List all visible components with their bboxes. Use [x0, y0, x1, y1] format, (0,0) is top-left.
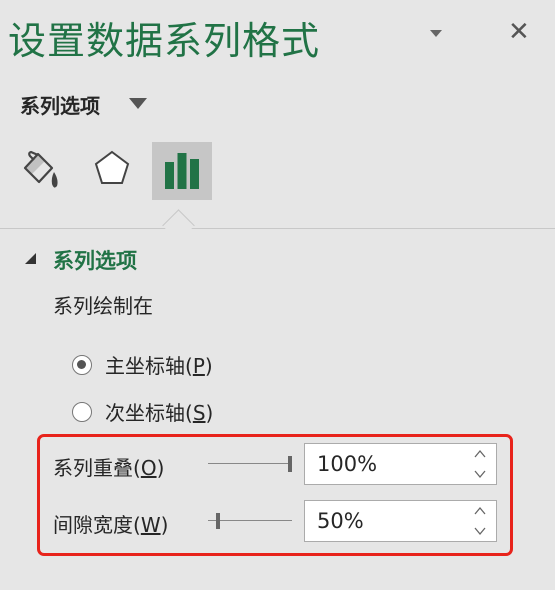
secondary-axis-label: 次坐标轴(S): [105, 401, 214, 425]
collapse-triangle-icon[interactable]: [25, 253, 36, 264]
fill-bucket-icon: [23, 150, 58, 188]
tab-divider: [0, 228, 555, 229]
format-data-series-pane: 设置数据系列格式 ✕ 系列选项 系列选项 系列绘制在 主坐标轴(P) 次坐标轴(…: [0, 0, 555, 590]
secondary-axis-option[interactable]: 次坐标轴(S): [72, 397, 213, 426]
tab-effects[interactable]: [83, 142, 143, 200]
secondary-axis-radio[interactable]: [72, 401, 92, 422]
primary-axis-radio[interactable]: [72, 354, 92, 375]
bar-chart-icon: [165, 153, 199, 189]
plot-series-on-label: 系列绘制在: [53, 294, 153, 318]
close-icon[interactable]: ✕: [508, 17, 530, 47]
selected-tab-pointer: [162, 209, 195, 242]
primary-axis-label: 主坐标轴(P): [105, 354, 213, 378]
pane-options-dropdown-icon[interactable]: [430, 30, 442, 37]
section-title[interactable]: 系列选项: [53, 245, 137, 275]
tab-fill-line[interactable]: [14, 142, 74, 200]
highlight-box: [37, 434, 513, 556]
tab-series-options[interactable]: [152, 142, 212, 200]
primary-axis-option[interactable]: 主坐标轴(P): [72, 350, 213, 379]
pane-title: 设置数据系列格式: [8, 19, 321, 63]
pentagon-effects-icon: [94, 150, 130, 184]
series-options-dropdown[interactable]: 系列选项: [20, 90, 100, 119]
chevron-down-icon[interactable]: [129, 98, 147, 109]
